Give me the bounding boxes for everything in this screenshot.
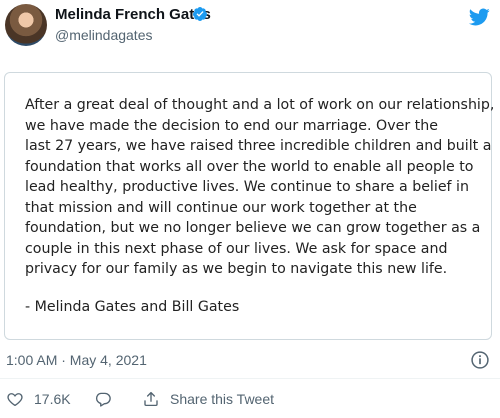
verified-badge-icon [192, 7, 207, 21]
statement-card: After a great deal of thought and a lot … [4, 72, 495, 340]
heart-icon [7, 393, 23, 407]
statement-line: last 27 years, we have raised three incr… [25, 138, 492, 154]
statement-line: that mission and will continue our work … [25, 199, 417, 216]
info-icon[interactable] [470, 350, 490, 370]
statement-line: foundation, but we no longer believe we … [25, 220, 481, 236]
reply-icon [95, 392, 111, 407]
share-button[interactable]: Share this Tweet [142, 390, 274, 408]
tweet-header: Melinda French Gates @melindagates [0, 0, 500, 52]
author-name[interactable]: Melinda French Gates [55, 6, 211, 23]
statement-line: lead healthy, productive lives. We conti… [25, 179, 469, 195]
statement-line: couple in this next phase of our lives. … [25, 240, 448, 257]
share-icon [144, 391, 158, 407]
share-label: Share this Tweet [170, 391, 275, 407]
divider [0, 378, 500, 379]
tweet-actions: 17.6K Share this Tweet [0, 386, 500, 416]
like-button[interactable]: 17.6K [6, 390, 71, 408]
twitter-bird-icon[interactable] [466, 6, 492, 28]
statement-line: After a great deal of thought and a lot … [25, 97, 495, 113]
statement-signature: - Melinda Gates and Bill Gates [25, 299, 240, 315]
like-count: 17.6K [34, 391, 71, 407]
statement-line: we have made the decision to end our mar… [25, 117, 438, 134]
avatar[interactable] [5, 4, 47, 46]
statement-text: After a great deal of thought and a lot … [25, 95, 495, 280]
statement-line: foundation that works all over the world… [25, 158, 474, 175]
statement-line: privacy for our family as we begin to na… [25, 261, 448, 277]
author-handle[interactable]: @melindagates [55, 27, 153, 43]
tweet-timestamp[interactable]: 1:00 AM · May 4, 2021 [6, 352, 147, 368]
reply-button[interactable] [94, 390, 112, 408]
